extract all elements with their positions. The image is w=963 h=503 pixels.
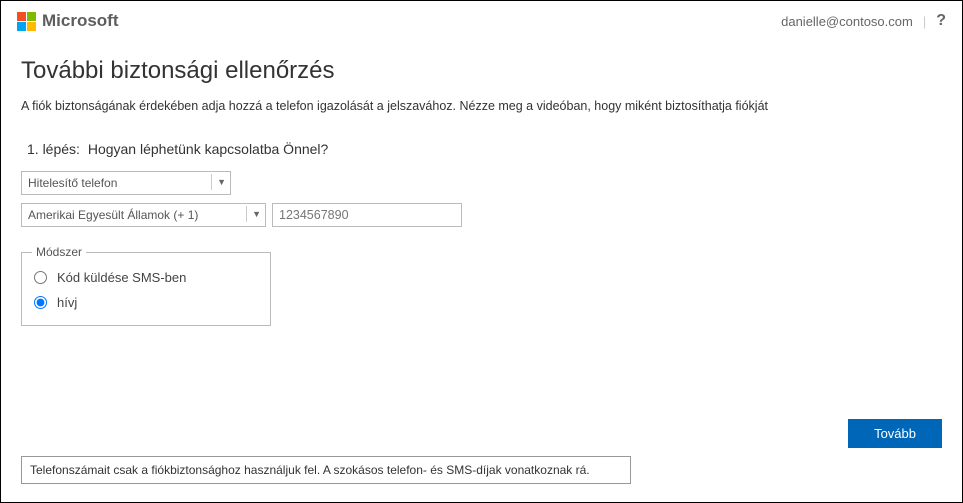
method-legend: Módszer bbox=[32, 245, 86, 259]
page-subtitle: A fiók biztonságának érdekében adja hozz… bbox=[21, 99, 942, 113]
step-question: Hogyan léphetünk kapcsolatba Önnel? bbox=[88, 141, 329, 157]
method-fieldset: Módszer Kód küldése SMS-ben hívj bbox=[21, 245, 271, 326]
method-call-label: hívj bbox=[57, 295, 77, 310]
method-sms-option[interactable]: Kód küldése SMS-ben bbox=[32, 265, 260, 290]
step-1-label: 1. lépés: Hogyan léphetünk kapcsolatba Ö… bbox=[21, 141, 942, 157]
country-value: Amerikai Egyesült Államok (+ 1) bbox=[28, 208, 198, 222]
contact-method-select[interactable]: Hitelesítő telefon bbox=[21, 171, 231, 195]
microsoft-logo-icon bbox=[17, 12, 36, 31]
method-sms-label: Kód küldése SMS-ben bbox=[57, 270, 186, 285]
phone-input[interactable] bbox=[272, 203, 462, 227]
brand-name: Microsoft bbox=[42, 11, 119, 31]
divider: | bbox=[923, 14, 926, 29]
contact-method-value: Hitelesítő telefon bbox=[28, 176, 117, 190]
next-button[interactable]: Tovább bbox=[848, 419, 942, 448]
method-call-option[interactable]: hívj bbox=[32, 290, 260, 315]
header-right: danielle@contoso.com | ? bbox=[781, 12, 946, 30]
help-icon[interactable]: ? bbox=[936, 12, 946, 30]
user-email[interactable]: danielle@contoso.com bbox=[781, 14, 913, 29]
header: Microsoft danielle@contoso.com | ? bbox=[1, 1, 962, 39]
method-sms-radio[interactable] bbox=[34, 271, 47, 284]
method-call-radio[interactable] bbox=[34, 296, 47, 309]
step-prefix: 1. lépés: bbox=[27, 141, 80, 157]
brand-logo: Microsoft bbox=[17, 11, 119, 31]
footnote: Telefonszámait csak a fiókbiztonsághoz h… bbox=[21, 456, 631, 484]
country-select[interactable]: Amerikai Egyesült Államok (+ 1) bbox=[21, 203, 266, 227]
page-title: További biztonsági ellenőrzés bbox=[21, 57, 942, 85]
main-content: További biztonsági ellenőrzés A fiók biz… bbox=[1, 39, 962, 326]
